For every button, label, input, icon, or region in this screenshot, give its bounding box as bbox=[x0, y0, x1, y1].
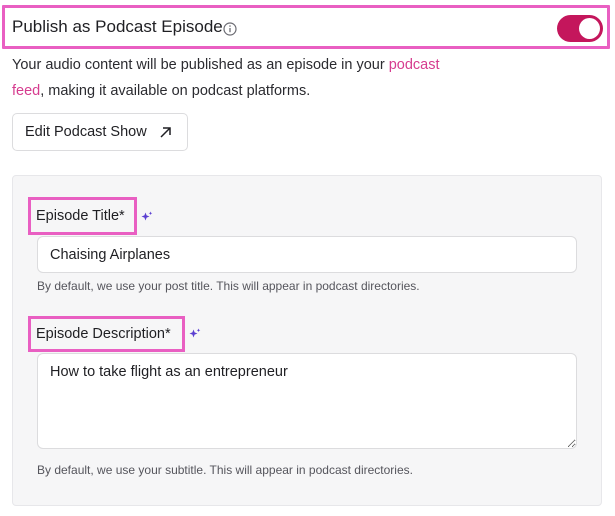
publish-podcast-toggle[interactable] bbox=[557, 15, 603, 42]
toggle-knob bbox=[579, 18, 600, 39]
section-title: Publish as Podcast Episode bbox=[12, 17, 223, 36]
description-text: Your audio content will be published as … bbox=[12, 57, 389, 73]
publish-description: Your audio content will be published as … bbox=[12, 52, 462, 104]
sparkle-icon[interactable] bbox=[189, 328, 201, 340]
arrow-up-right-icon bbox=[160, 126, 171, 138]
episode-title-help: By default, we use your post title. This… bbox=[37, 279, 420, 293]
episode-description-label: Episode Description* bbox=[28, 316, 185, 352]
episode-description-label-text: Episode Description* bbox=[36, 326, 171, 342]
episode-description-help: By default, we use your subtitle. This w… bbox=[37, 463, 413, 477]
episode-description-textarea[interactable]: How to take flight as an entrepreneur bbox=[37, 353, 577, 449]
description-text-end: , making it available on podcast platfor… bbox=[40, 83, 311, 99]
sparkle-icon[interactable] bbox=[141, 211, 153, 223]
episode-title-input[interactable] bbox=[37, 236, 577, 273]
episode-title-label-text: Episode Title* bbox=[36, 208, 125, 224]
edit-podcast-show-button[interactable]: Edit Podcast Show bbox=[12, 113, 188, 151]
episode-title-label: Episode Title* bbox=[28, 197, 137, 235]
edit-podcast-show-label: Edit Podcast Show bbox=[25, 124, 147, 140]
info-icon[interactable] bbox=[223, 22, 237, 36]
